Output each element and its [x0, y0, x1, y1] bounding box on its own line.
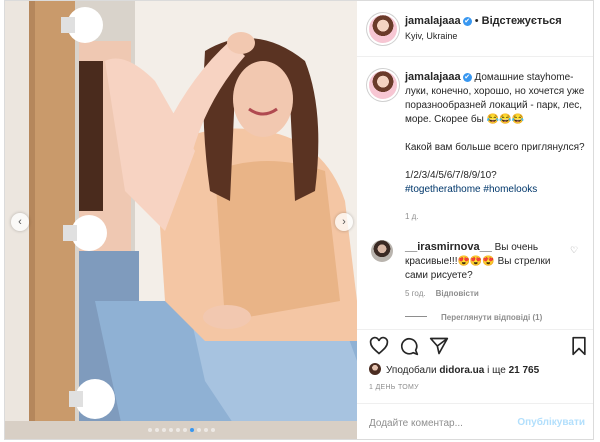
header-separator: • — [474, 15, 479, 27]
caption-line: Какой вам больше всего приглянулся? — [405, 142, 585, 153]
small-heart-icon[interactable]: ♡ — [570, 245, 578, 256]
action-bar — [357, 329, 593, 361]
post-photo[interactable]: ‹ › — [5, 1, 357, 439]
carousel-next-button[interactable]: › — [335, 213, 353, 231]
bookmark-icon[interactable] — [569, 336, 589, 356]
verified-icon: ✔ — [462, 17, 472, 26]
carousel-dot — [175, 428, 180, 432]
post-location[interactable]: Kyiv, Ukraine — [405, 31, 457, 41]
author-avatar[interactable] — [369, 15, 397, 43]
post-header: jamalajaaa ✔ • Відстежується Kyiv, Ukrain… — [357, 1, 593, 57]
heart-icon[interactable] — [369, 336, 389, 356]
caption-text: jamalajaaa ✔ Домашние stayhome-луки, коне… — [405, 70, 585, 197]
chevron-left-icon: ‹ — [18, 216, 22, 228]
carousel-dot — [182, 428, 187, 432]
carousel-dot — [203, 428, 208, 432]
comment-age[interactable]: 5 год. — [405, 289, 426, 298]
publish-button[interactable]: Опублікувати — [517, 417, 585, 428]
post-modal: ‹ › jamalajaaa ✔ • Відстежується Kyiv, Uk… — [4, 0, 594, 440]
post-timestamp[interactable]: 1 ДЕНЬ ТОМУ — [369, 384, 419, 391]
comment-text-block: __irasmirnova__ Вы очень красивые!!!😍😍😍 … — [405, 240, 565, 283]
caption-hashtags[interactable]: #togetherathome #homelooks — [405, 183, 585, 197]
post-sidebar: jamalajaaa ✔ • Відстежується Kyiv, Ukrain… — [357, 1, 593, 439]
verified-icon: ✔ — [462, 73, 472, 82]
view-replies-label: Переглянути відповіді (1) — [441, 313, 543, 322]
carousel-dot — [154, 428, 159, 432]
carousel-dots — [5, 428, 357, 432]
header-title-row: jamalajaaa ✔ • Відстежується — [405, 15, 562, 27]
likes-count[interactable]: 21 765 — [509, 365, 540, 376]
caption-username[interactable]: jamalajaaa — [405, 71, 461, 83]
commenter-avatar[interactable] — [371, 240, 393, 262]
liker-avatar[interactable] — [369, 363, 381, 375]
caption-age[interactable]: 1 д. — [405, 212, 419, 221]
carousel-prev-button[interactable]: ‹ — [11, 213, 29, 231]
carousel-dot — [147, 428, 152, 432]
comment-meta: 5 год. Відповісти — [405, 289, 479, 298]
share-icon[interactable] — [429, 336, 449, 356]
author-username[interactable]: jamalajaaa — [405, 15, 461, 27]
carousel-dot — [168, 428, 173, 432]
comment-icon[interactable] — [399, 336, 419, 356]
carousel-dot — [161, 428, 166, 432]
likes-summary: Уподобали didora.ua і ще 21 765 — [369, 363, 539, 376]
comment-input[interactable] — [369, 414, 519, 432]
add-comment-bar: Опублікувати — [357, 403, 593, 439]
following-button[interactable]: Відстежується — [482, 15, 562, 27]
carousel-dot — [196, 428, 201, 432]
commenter-username[interactable]: __irasmirnova__ — [405, 241, 492, 253]
view-replies-button[interactable]: Переглянути відповіді (1) — [405, 313, 542, 322]
likes-prefix: Уподобали — [386, 365, 437, 376]
likes-and-more: і ще — [487, 365, 506, 376]
caption-avatar[interactable] — [369, 71, 397, 99]
comments-section: jamalajaaa ✔ Домашние stayhome-луки, коне… — [357, 57, 593, 329]
caption-line: 1/2/3/4/5/6/7/8/9/10? — [405, 170, 497, 181]
reply-button[interactable]: Відповісти — [436, 289, 479, 298]
carousel-dot — [189, 428, 194, 432]
chevron-right-icon: › — [342, 216, 346, 228]
carousel-dot — [210, 428, 215, 432]
replies-divider — [405, 316, 427, 317]
photo-illustration — [5, 1, 357, 439]
liker-username[interactable]: didora.ua — [439, 365, 484, 376]
